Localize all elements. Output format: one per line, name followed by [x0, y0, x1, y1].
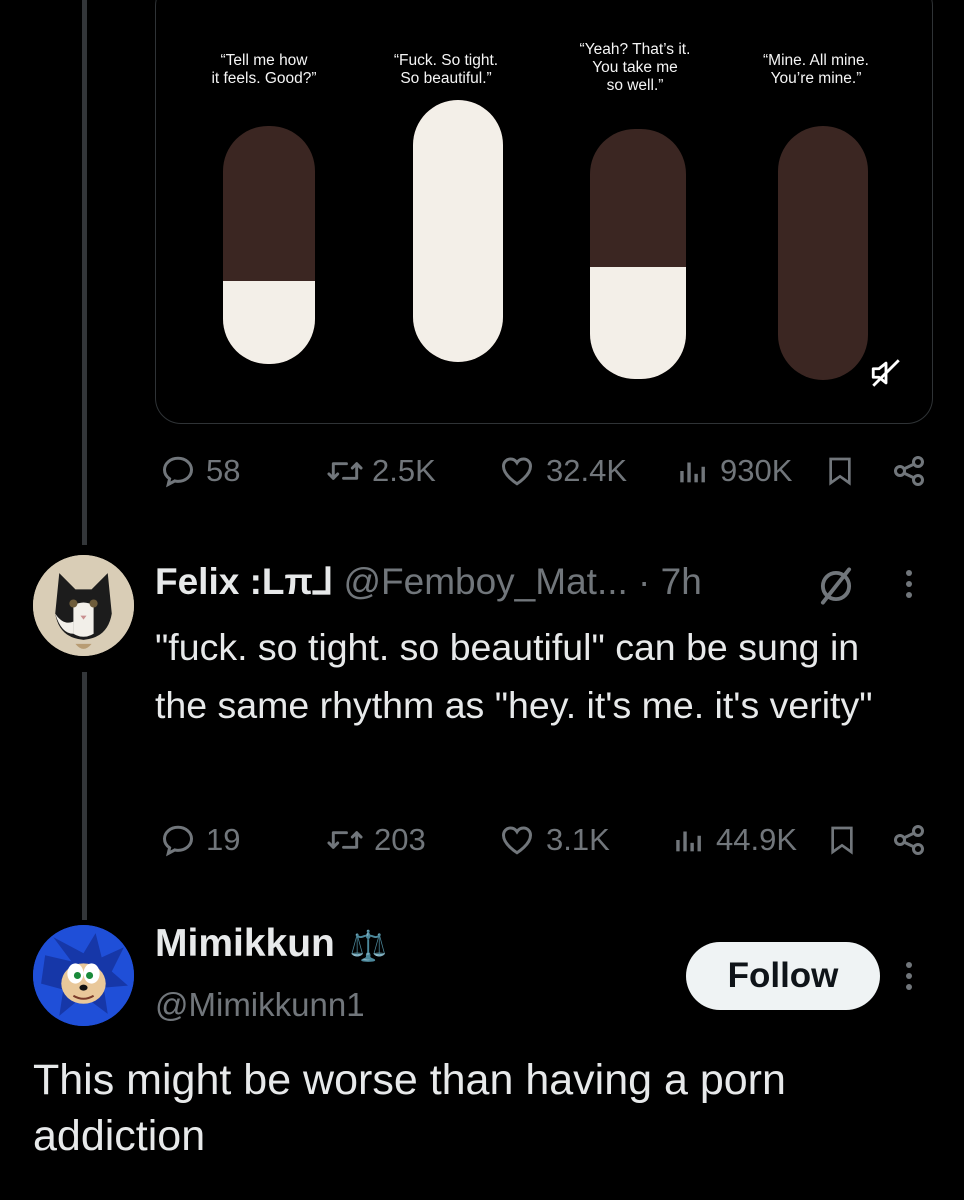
- views-icon: [676, 831, 701, 852]
- reply-reply-action[interactable]: 19: [160, 822, 240, 858]
- speaker-muted-icon[interactable]: [869, 356, 903, 394]
- views-action[interactable]: 930K: [676, 453, 792, 489]
- bar-fill-3: [590, 266, 686, 379]
- views-count: 930K: [720, 453, 793, 488]
- grok-slash-icon[interactable]: [815, 565, 857, 611]
- bar-pill-1: [223, 126, 315, 364]
- reply-like-count: 3.1K: [546, 822, 610, 857]
- reply-header: Felix :Lπ⅃ @Femboy_Mat... · 7h: [155, 560, 702, 603]
- quote-more-icon[interactable]: [906, 962, 912, 990]
- quote-author-name[interactable]: Mimikkun ⚖️: [155, 922, 387, 966]
- bookmark-icon: [831, 826, 853, 855]
- reply-share-action[interactable]: [890, 822, 928, 858]
- bar-fill-2: [413, 100, 503, 362]
- reply-icon: [162, 825, 194, 857]
- reply-bookmark-action[interactable]: [826, 822, 858, 858]
- reply-count: 58: [206, 453, 241, 488]
- views-icon: [680, 462, 705, 483]
- thread-line-top: [82, 0, 87, 545]
- reply-action[interactable]: 58: [160, 453, 240, 489]
- reply-retweet-action[interactable]: 203: [326, 822, 426, 858]
- share-action[interactable]: [890, 453, 928, 489]
- retweet-count: 2.5K: [372, 453, 436, 488]
- share-icon: [894, 456, 924, 486]
- reply-more-icon[interactable]: [906, 570, 912, 598]
- avatar-mimikkun[interactable]: [33, 925, 134, 1026]
- bar-pill-3: [590, 129, 686, 379]
- bookmark-action[interactable]: [824, 453, 856, 489]
- thread-line-middle: [82, 672, 87, 920]
- bar-pill-4: [778, 126, 868, 380]
- caption-2: “Fuck. So tight. So beautiful.”: [393, 52, 499, 87]
- media-card[interactable]: “Tell me how it feels. Good?” “Fuck. So …: [155, 0, 933, 424]
- caption-4: “Mine. All mine. You’re mine.”: [763, 52, 869, 87]
- quote-text: This might be worse than having a porn a…: [33, 1056, 786, 1160]
- reply-like-action[interactable]: 3.1K: [498, 822, 610, 858]
- like-count: 32.4K: [546, 453, 628, 488]
- bar-pill-2: [413, 100, 503, 362]
- reply-text: "fuck. so tight. so beautiful" can be su…: [155, 626, 873, 726]
- heart-icon: [501, 457, 533, 486]
- reply-reply-count: 19: [206, 822, 241, 857]
- share-icon: [894, 825, 924, 855]
- heart-icon: [501, 826, 533, 855]
- reply-views-count: 44.9K: [716, 822, 798, 857]
- like-action[interactable]: 32.4K: [498, 453, 627, 489]
- reply-author-handle[interactable]: @Femboy_Mat... · 7h: [343, 561, 701, 603]
- quote-author-handle[interactable]: @Mimikkunn1: [155, 986, 365, 1024]
- quote-author-name-text: Mimikkun: [155, 922, 335, 965]
- reply-retweet-count: 203: [374, 822, 426, 857]
- retweet-icon: [327, 462, 363, 480]
- retweet-icon: [327, 831, 363, 849]
- caption-1: “Tell me how it feels. Good?”: [211, 52, 317, 87]
- bar-fill-1: [223, 280, 315, 364]
- caption-3: “Yeah? That’s it. You take me so well.”: [579, 41, 691, 94]
- reply-icon: [162, 456, 194, 488]
- follow-button[interactable]: Follow: [686, 942, 880, 1010]
- avatar-felix[interactable]: [33, 555, 134, 656]
- bookmark-icon: [829, 457, 851, 486]
- scales-badge-icon: ⚖️: [349, 930, 388, 963]
- reply-views-action[interactable]: 44.9K: [672, 822, 797, 858]
- reply-author-name[interactable]: Felix :Lπ⅃: [155, 560, 333, 603]
- retweet-action[interactable]: 2.5K: [326, 453, 436, 489]
